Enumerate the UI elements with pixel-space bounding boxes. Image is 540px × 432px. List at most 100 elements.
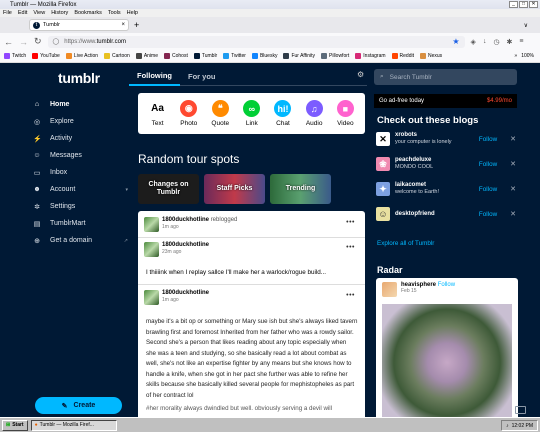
sidebar-item-inbox[interactable]: ▭ Inbox	[33, 164, 128, 181]
tab-following[interactable]: Following	[129, 67, 180, 86]
maximize-button[interactable]: □	[519, 1, 528, 8]
bookmark-live-action[interactable]: Live Action	[65, 53, 98, 59]
tour-spot-trending[interactable]: Trending	[270, 174, 331, 204]
close-button[interactable]: ✕	[529, 1, 538, 8]
sidebar-item-tumblrmart[interactable]: ▤ TumblrMart	[33, 215, 128, 232]
compose-quote-button[interactable]: ❝ Quote	[211, 100, 229, 127]
bookmark-fur-affinity[interactable]: Fur Affinity	[283, 53, 315, 59]
start-button[interactable]: ⊞ Start	[2, 419, 28, 431]
blog-item[interactable]: ✕ xrobots your computer is lonely Follow ✕	[376, 128, 516, 150]
post-tags[interactable]: #her morality always dwindled but well. …	[146, 405, 358, 412]
bookmark-star-icon[interactable]: ★	[452, 37, 459, 46]
blog-avatar[interactable]: ☺	[376, 207, 390, 221]
menu-bookmarks[interactable]: Bookmarks	[74, 10, 102, 16]
post-options-icon[interactable]: •••	[346, 244, 355, 251]
sidebar-item-account[interactable]: ☻ Account ▾	[33, 181, 128, 198]
volume-icon[interactable]: ♪	[506, 423, 509, 429]
taskbar-firefox[interactable]: ● Tumblr — Mozilla Firef...	[30, 419, 117, 431]
follow-button[interactable]: Follow	[479, 186, 497, 193]
bookmark-cartoon[interactable]: Cartoon	[104, 53, 130, 59]
sidebar-item-settings[interactable]: ✲ Settings	[33, 198, 128, 215]
menu-tools[interactable]: Tools	[108, 10, 121, 16]
follow-button[interactable]: Follow	[479, 161, 497, 168]
reblogger-name[interactable]: 1800duckhotline	[162, 217, 209, 223]
bookmark-bluesky[interactable]: Bluesky	[251, 53, 277, 59]
menu-view[interactable]: View	[33, 10, 45, 16]
menu-history[interactable]: History	[51, 10, 68, 16]
browser-tab[interactable]: t Tumblr ×	[29, 19, 129, 31]
more-bookmarks-icon[interactable]: »	[514, 53, 517, 59]
minimize-button[interactable]: _	[509, 1, 518, 8]
sidebar-item-explore[interactable]: ◎ Explore	[33, 113, 128, 130]
avatar[interactable]	[144, 290, 159, 305]
compose-chat-button[interactable]: hi! Chat	[274, 100, 292, 127]
compose-text-button[interactable]: Aa Text	[149, 100, 166, 127]
explore-all-link[interactable]: Explore all of Tumblr	[377, 240, 434, 247]
tab-for-you[interactable]: For you	[180, 67, 224, 86]
menu-edit[interactable]: Edit	[18, 10, 27, 16]
feed-settings-icon[interactable]: ⚙	[357, 70, 364, 79]
bookmark-cohost[interactable]: Cohost	[164, 53, 188, 59]
tour-spot-changes[interactable]: Changes on Tumblr	[138, 174, 199, 204]
blog-avatar[interactable]: ❀	[376, 157, 390, 171]
post-options-icon[interactable]: •••	[346, 219, 355, 226]
close-tab-icon[interactable]: ×	[121, 22, 125, 28]
blog-name[interactable]: xrobots	[395, 132, 452, 139]
bookmark-pillowfort[interactable]: Pillowfort	[321, 53, 349, 59]
back-button[interactable]: ←	[4, 37, 13, 47]
menu-help[interactable]: Help	[127, 10, 138, 16]
sidebar-item-activity[interactable]: ⚡ Activity	[33, 130, 128, 147]
bookmark-anime[interactable]: Anime	[135, 53, 158, 59]
tour-spot-staff-picks[interactable]: Staff Picks	[204, 174, 265, 204]
zoom-level[interactable]: 100%	[521, 53, 534, 59]
bookmark-twitter[interactable]: Twitter	[223, 53, 246, 59]
author-name[interactable]: 1800duckhotline	[162, 242, 209, 249]
bookmark-instagram[interactable]: Instagram	[355, 53, 386, 59]
extensions-icon[interactable]: ✱	[507, 38, 513, 46]
forward-button[interactable]: →	[19, 37, 28, 47]
radar-image[interactable]	[382, 304, 512, 417]
ad-free-banner[interactable]: Go ad-free today $4.99/mo	[374, 94, 517, 108]
avatar[interactable]	[144, 242, 159, 257]
blog-item[interactable]: ❀ peachdeluxe MONDO COOL Follow ✕	[376, 153, 516, 175]
blog-name[interactable]: peachdeluxe	[395, 157, 433, 164]
compose-video-button[interactable]: ■ Video	[336, 100, 354, 127]
post-options-icon[interactable]: •••	[346, 292, 355, 299]
sidebar-item-home[interactable]: ⌂ Home	[33, 96, 128, 113]
tab-list-button[interactable]: ∨	[524, 22, 528, 29]
keyboard-shortcuts-icon[interactable]	[515, 406, 526, 414]
bookmark-tumblr[interactable]: Tumblr	[193, 53, 217, 59]
blog-item[interactable]: ✦ laikacomet welcome to Earth! Follow ✕	[376, 178, 516, 200]
new-tab-button[interactable]: +	[134, 20, 139, 30]
follow-button[interactable]: Follow	[479, 211, 497, 218]
compose-photo-button[interactable]: ◉ Photo	[180, 100, 198, 127]
bookmark-youtube[interactable]: YouTube	[32, 53, 60, 59]
blog-avatar[interactable]: ✕	[376, 132, 390, 146]
avatar[interactable]	[144, 217, 159, 232]
dismiss-icon[interactable]: ✕	[510, 135, 516, 143]
bookmark-nexus[interactable]: Nexus	[419, 53, 442, 59]
tumblr-logo[interactable]: tumblr	[58, 70, 100, 86]
blog-name[interactable]: desktopfriend	[395, 211, 435, 218]
pocket-icon[interactable]: ◈	[471, 38, 476, 46]
author-name[interactable]: 1800duckhotline	[162, 290, 209, 297]
menu-file[interactable]: File	[3, 10, 12, 16]
blog-avatar[interactable]: ✦	[376, 182, 390, 196]
sync-icon[interactable]: ◷	[493, 38, 499, 46]
search-input[interactable]: ⌕ Search Tumblr	[374, 69, 517, 85]
dismiss-icon[interactable]: ✕	[510, 185, 516, 193]
compose-link-button[interactable]: ∞ Link	[243, 100, 261, 127]
bookmark-twitch[interactable]: Twitch	[4, 53, 26, 59]
menu-icon[interactable]: ≡	[519, 38, 523, 46]
reload-button[interactable]: ↻	[34, 36, 42, 47]
blog-name[interactable]: laikacomet	[395, 182, 439, 189]
create-button[interactable]: ✎ Create	[35, 397, 122, 414]
dismiss-icon[interactable]: ✕	[510, 210, 516, 218]
url-bar[interactable]: ◯ https://www.tumblr.com ★	[47, 35, 465, 48]
bookmark-reddit[interactable]: Reddit	[391, 53, 414, 59]
radar-follow-button[interactable]: Follow	[438, 282, 455, 288]
clock[interactable]: 12:02 PM	[512, 423, 533, 429]
downloads-icon[interactable]: ↓	[483, 38, 487, 46]
sidebar-item-get-a-domain[interactable]: ⊕ Get a domain ↗	[33, 232, 128, 249]
compose-audio-button[interactable]: ♫ Audio	[305, 100, 323, 127]
